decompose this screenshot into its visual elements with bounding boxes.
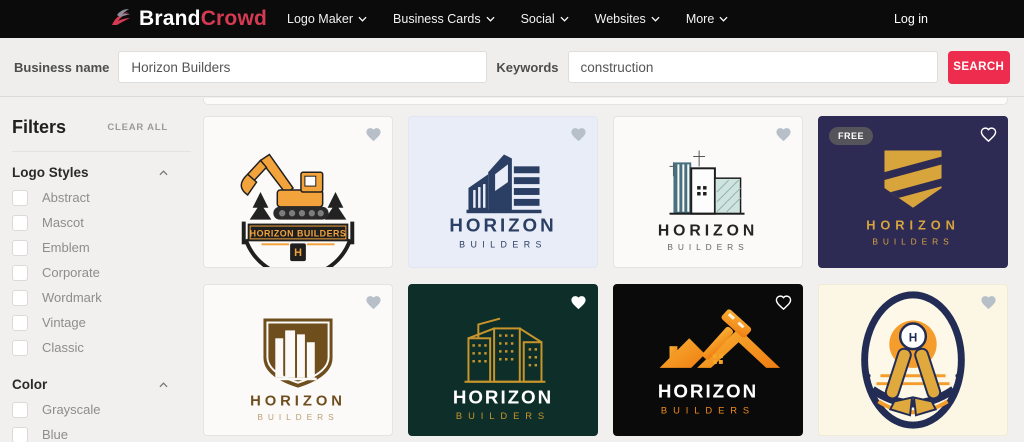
checkbox[interactable]: [12, 264, 28, 281]
keywords-label: Keywords: [496, 59, 559, 75]
favorite-heart-icon[interactable]: [980, 294, 997, 311]
chevron-down-icon: [719, 16, 728, 22]
favorite-heart-icon[interactable]: [570, 294, 587, 311]
favorite-heart-icon[interactable]: [775, 126, 792, 143]
logo-card-gold-shield[interactable]: HORIZON BUILDERS FREE: [818, 116, 1008, 268]
results-grid: HORIZON BUILDERS H HORIZON BUILDERS HORI…: [203, 97, 1024, 442]
color-section-header[interactable]: Color: [12, 377, 203, 392]
filter-option-classic[interactable]: Classic: [12, 339, 203, 356]
logo-thumbnail: HORIZON BUILDERS: [658, 309, 781, 415]
logo-card-oval-badge[interactable]: H HORIZON BUILDERS: [818, 284, 1008, 436]
filter-option-emblem[interactable]: Emblem: [12, 239, 203, 256]
checkbox[interactable]: [12, 401, 28, 418]
filter-option-vintage[interactable]: Vintage: [12, 314, 203, 331]
brand-wordmark: BrandCrowd: [139, 7, 268, 30]
svg-text:BUILDERS: BUILDERS: [667, 242, 748, 252]
filter-option-blue[interactable]: Blue: [12, 426, 203, 442]
checkbox[interactable]: [12, 314, 28, 331]
favorite-heart-icon[interactable]: [980, 126, 997, 143]
nav-item-logo-maker[interactable]: Logo Maker: [287, 12, 367, 26]
brandcrowd-flame-icon: [112, 9, 130, 25]
nav-item-websites[interactable]: Websites: [595, 12, 660, 26]
free-badge: FREE: [829, 127, 874, 145]
chevron-down-icon: [486, 16, 495, 22]
chevron-up-icon: [159, 169, 168, 175]
svg-text:BUILDERS: BUILDERS: [661, 405, 755, 415]
logo-styles-section-header[interactable]: Logo Styles: [12, 165, 203, 180]
svg-text:HORIZON: HORIZON: [658, 381, 758, 402]
logo-thumbnail: HORIZON BUILDERS: [250, 318, 346, 422]
search-button[interactable]: SEARCH: [947, 50, 1010, 84]
business-name-input[interactable]: [118, 51, 488, 83]
search-bar: Business name Keywords SEARCH: [0, 38, 1024, 97]
checkbox[interactable]: [12, 239, 28, 256]
svg-text:BUILDERS: BUILDERS: [257, 412, 338, 422]
svg-text:HORIZON: HORIZON: [250, 393, 346, 409]
logo-card-excavator-emblem[interactable]: HORIZON BUILDERS H: [203, 116, 393, 268]
logo-thumbnail: HORIZON BUILDERS: [453, 317, 553, 421]
brandcrowd-logo[interactable]: BrandCrowd: [108, 7, 267, 31]
svg-text:BUILDERS: BUILDERS: [456, 411, 550, 421]
chevron-down-icon: [358, 16, 367, 22]
favorite-heart-icon[interactable]: [365, 126, 382, 143]
chevron-down-icon: [651, 16, 660, 22]
logo-card-gold-line-buildings[interactable]: HORIZON BUILDERS: [408, 284, 598, 436]
divider: [12, 151, 191, 152]
chevron-up-icon: [159, 381, 168, 387]
nav-item-social[interactable]: Social: [521, 12, 569, 26]
filters-title: Filters: [12, 117, 67, 137]
checkbox[interactable]: [12, 214, 28, 231]
logo-card-brown-shield[interactable]: HORIZON BUILDERS: [203, 284, 393, 436]
filter-option-abstract[interactable]: Abstract: [12, 189, 203, 206]
svg-text:BUILDERS: BUILDERS: [459, 239, 547, 249]
keywords-input[interactable]: [567, 51, 938, 83]
favorite-heart-icon[interactable]: [570, 126, 587, 143]
svg-text:H: H: [294, 247, 302, 259]
svg-text:HORIZON: HORIZON: [449, 214, 556, 235]
svg-text:H: H: [909, 330, 918, 344]
logo-card-sketch-buildings[interactable]: HORIZON BUILDERS: [613, 116, 803, 268]
logo-card-navy-building[interactable]: HORIZON BUILDERS: [408, 116, 598, 268]
clear-all-button[interactable]: CLEAR ALL: [107, 122, 168, 133]
checkbox[interactable]: [12, 189, 28, 206]
login-link[interactable]: Log in: [894, 12, 928, 26]
filters-sidebar: Filters CLEAR ALL Logo Styles Abstract M…: [0, 97, 203, 442]
nav-item-business-cards[interactable]: Business Cards: [393, 12, 495, 26]
filter-option-wordmark[interactable]: Wordmark: [12, 289, 203, 306]
svg-text:HORIZON: HORIZON: [453, 386, 553, 407]
logo-thumbnail: HORIZON BUILDERS H: [240, 153, 355, 267]
svg-text:HORIZON BUILDERS: HORIZON BUILDERS: [250, 228, 347, 238]
business-name-label: Business name: [14, 59, 110, 75]
logo-card-roof-hammer[interactable]: HORIZON BUILDERS: [613, 284, 803, 436]
filter-option-mascot[interactable]: Mascot: [12, 214, 203, 231]
svg-text:BUILDERS: BUILDERS: [872, 236, 953, 246]
svg-text:HORIZON: HORIZON: [658, 222, 758, 239]
checkbox[interactable]: [12, 339, 28, 356]
filter-option-corporate[interactable]: Corporate: [12, 264, 203, 281]
logo-thumbnail: H HORIZON BUILDERS: [861, 290, 965, 429]
favorite-heart-icon[interactable]: [365, 294, 382, 311]
checkbox[interactable]: [12, 426, 28, 442]
chevron-down-icon: [560, 16, 569, 22]
nav-item-more[interactable]: More: [686, 12, 728, 26]
logo-thumbnail: HORIZON BUILDERS: [449, 154, 556, 249]
nav-menu: Logo Maker Business Cards Social Website…: [287, 12, 728, 26]
previous-row-card-edge: [203, 98, 1008, 105]
checkbox[interactable]: [12, 289, 28, 306]
logo-thumbnail: HORIZON BUILDERS: [658, 150, 758, 252]
svg-text:HORIZON: HORIZON: [866, 218, 960, 233]
favorite-heart-icon[interactable]: [775, 294, 792, 311]
navbar: BrandCrowd Logo Maker Business Cards Soc…: [0, 0, 1024, 38]
filter-option-grayscale[interactable]: Grayscale: [12, 401, 203, 418]
